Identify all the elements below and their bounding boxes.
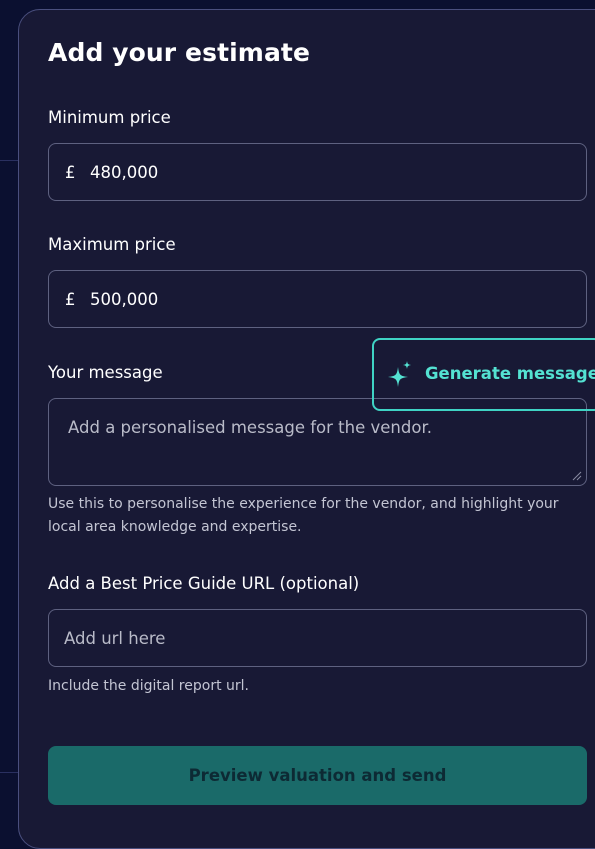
- min-price-label: Minimum price: [48, 108, 171, 127]
- preview-and-send-button[interactable]: Preview valuation and send: [48, 746, 587, 805]
- preview-and-send-label: Preview valuation and send: [188, 766, 447, 785]
- currency-symbol: £: [65, 162, 76, 182]
- url-input[interactable]: Add url here: [48, 609, 587, 667]
- max-price-label: Maximum price: [48, 235, 176, 254]
- url-placeholder: Add url here: [64, 628, 166, 648]
- currency-symbol: £: [65, 289, 76, 309]
- message-textarea[interactable]: Add a personalised message for the vendo…: [48, 398, 587, 486]
- max-price-input[interactable]: £ 500,000: [48, 270, 587, 328]
- message-help-text: Use this to personalise the experience f…: [48, 496, 559, 535]
- url-label: Add a Best Price Guide URL (optional): [48, 574, 360, 593]
- sparkle-icon: [388, 361, 411, 387]
- min-price-input[interactable]: £ 480,000: [48, 143, 587, 201]
- generate-message-label: Generate message: [425, 364, 595, 383]
- url-help-text: Include the digital report url.: [48, 678, 249, 694]
- message-placeholder: Add a personalised message for the vendo…: [68, 418, 432, 437]
- max-price-value: 500,000: [90, 289, 159, 309]
- resize-handle-icon[interactable]: [572, 471, 582, 481]
- message-label: Your message: [48, 363, 163, 382]
- generate-message-button[interactable]: Generate message: [372, 338, 595, 411]
- min-price-value: 480,000: [90, 162, 159, 182]
- page-title: Add your estimate: [48, 38, 311, 67]
